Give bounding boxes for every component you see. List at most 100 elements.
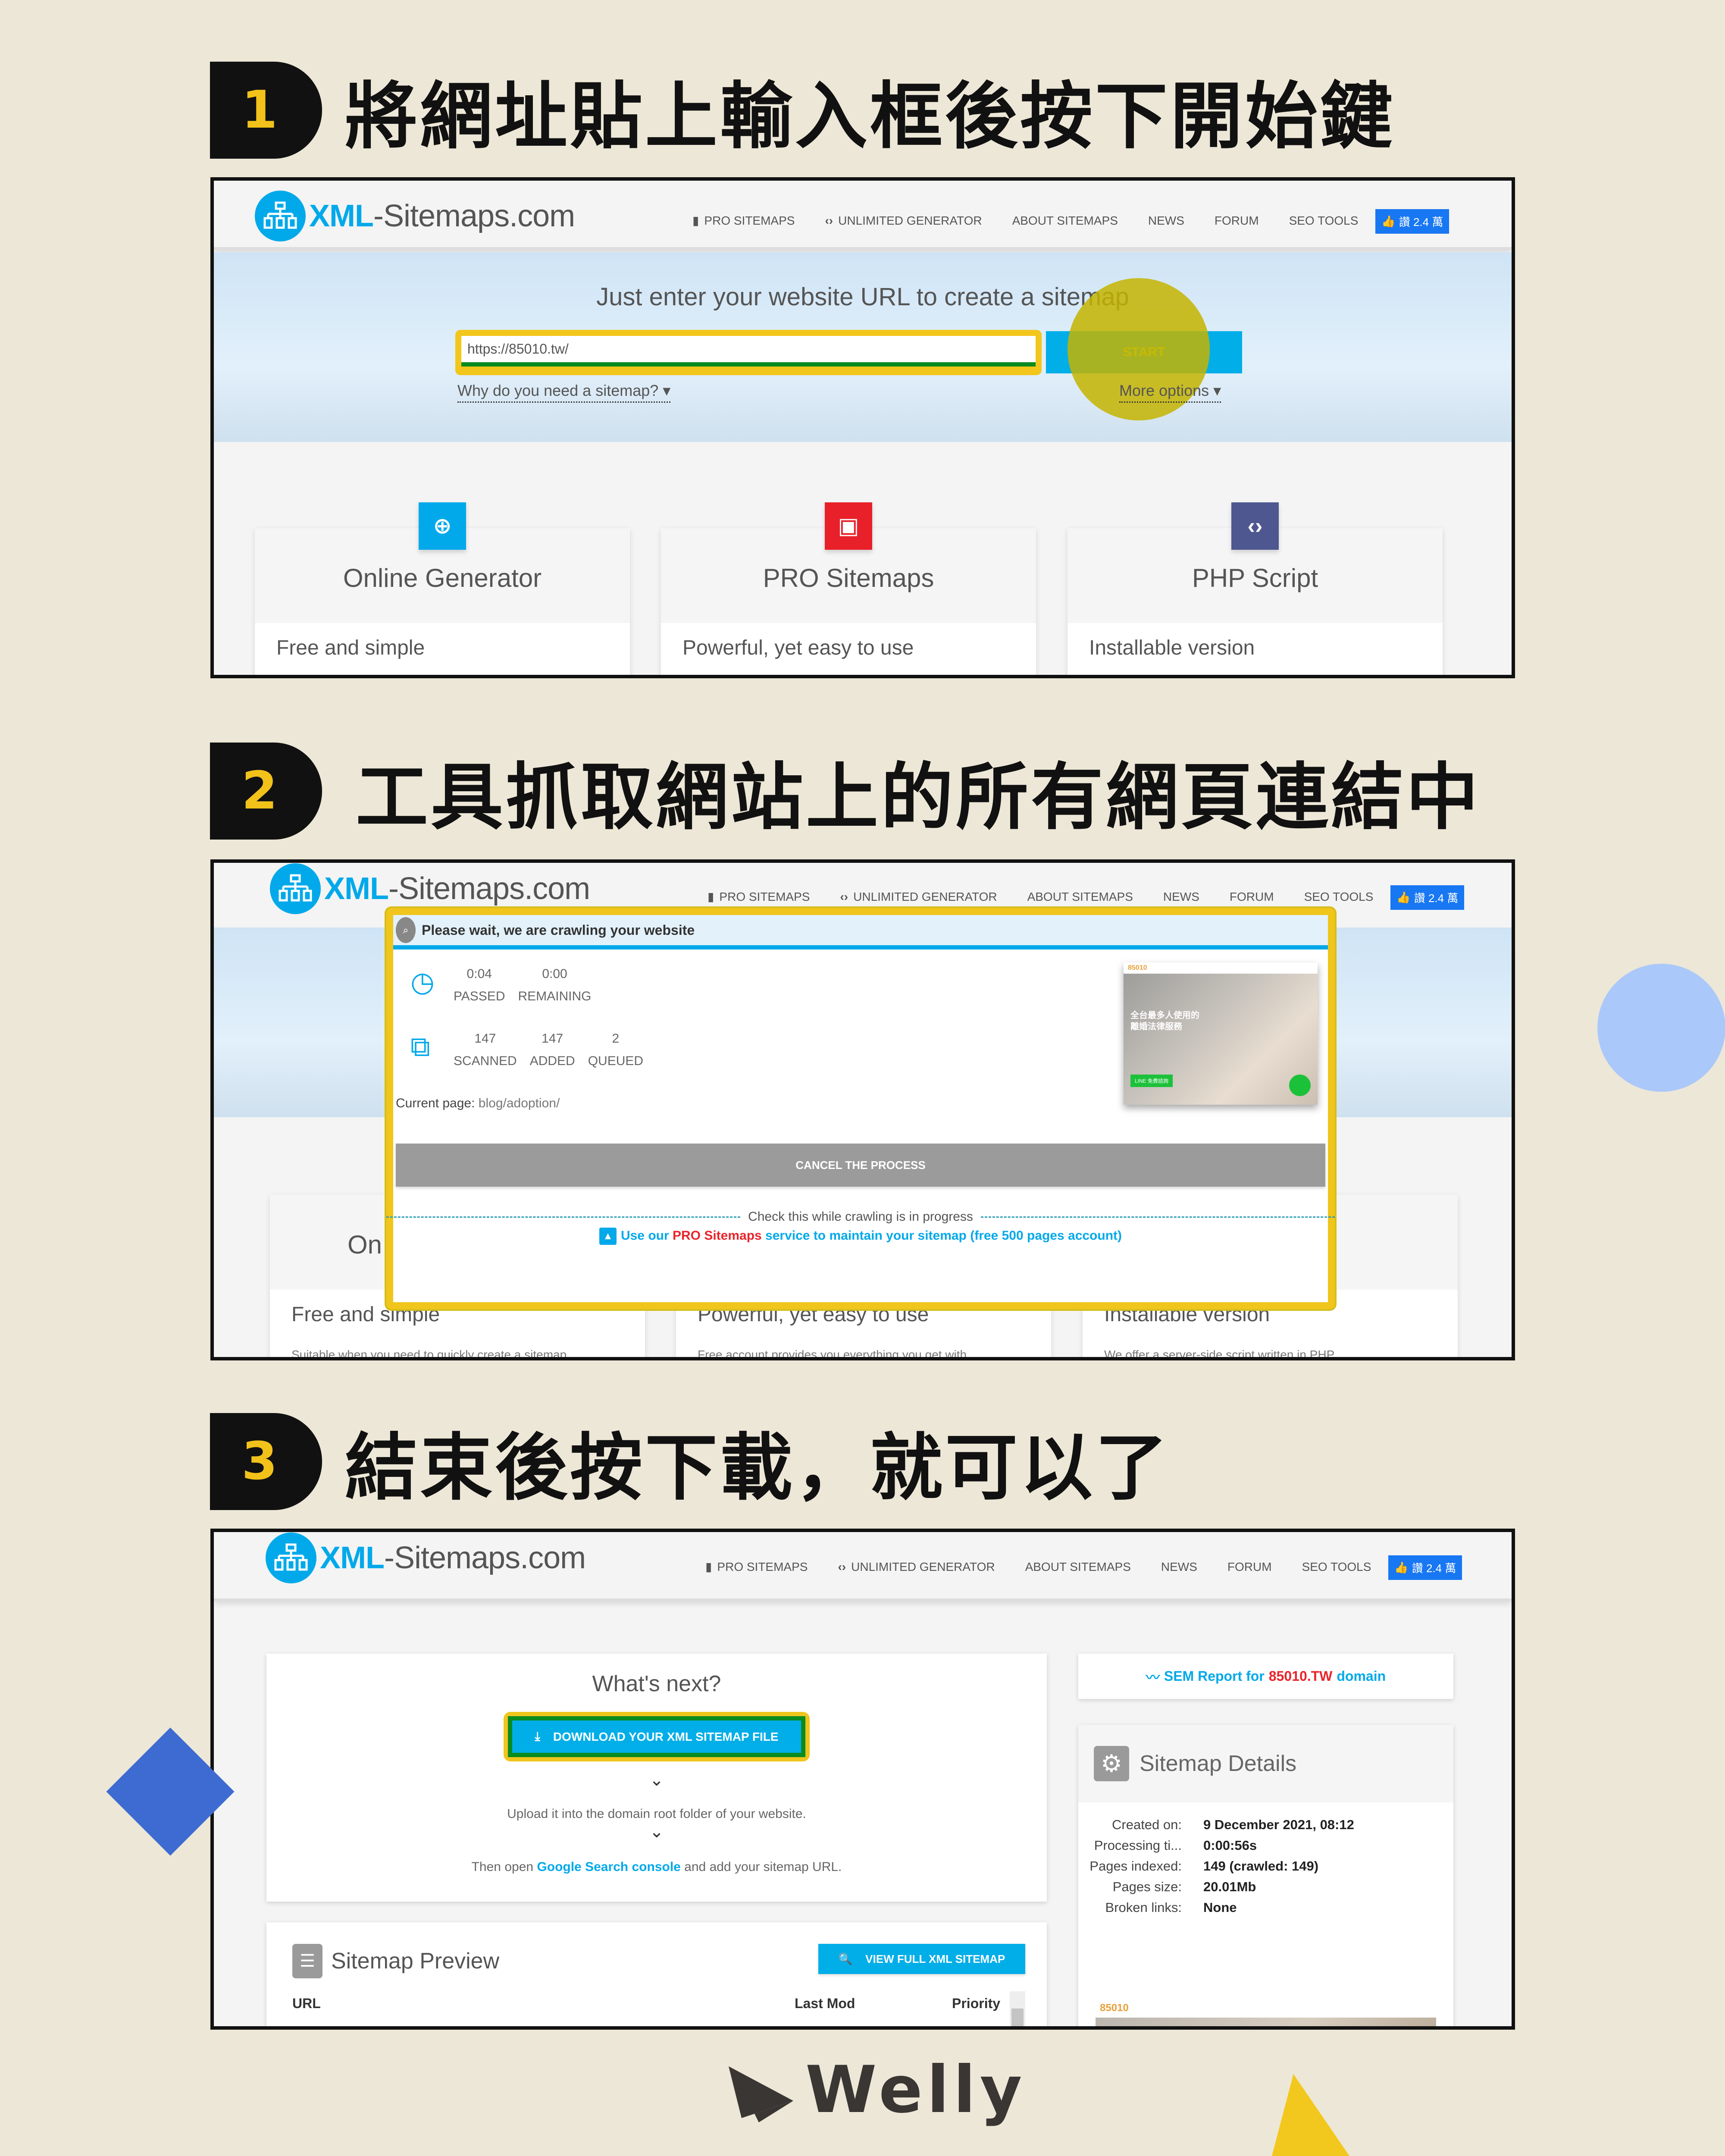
pro-icon: ▮ — [708, 890, 714, 903]
site-logo[interactable]: XML-Sitemaps.com — [255, 190, 575, 242]
website-thumbnail: 85010 全台最多人使用的 離婚法律服務 LINE 免費諮詢 — [1124, 962, 1318, 1105]
sitemap-logo-icon — [266, 1532, 316, 1583]
step-1-badge: 1 — [210, 62, 322, 159]
code-icon: ‹› — [838, 1560, 846, 1573]
nav-pro-sitemaps[interactable]: ▮ PRO SITEMAPS — [692, 213, 795, 228]
step-3-screenshot: XML-Sitemaps.com ▮ PRO SITEMAPS ‹› UNLIMIT… — [210, 1529, 1515, 2030]
product-cards: ⊕ Online Generator Free and simpleSuitab… — [214, 442, 1512, 675]
step-2-screenshot: XML-Sitemaps.com ▮ PRO SITEMAPS ‹› UNLIMIT… — [210, 859, 1515, 1360]
stat-added: 147 ADDED — [529, 1031, 575, 1068]
pro-sitemaps-promo-link[interactable]: ▲ Use our PRO Sitemaps service to maintai… — [393, 1228, 1328, 1245]
step-3-badge: 3 — [210, 1413, 322, 1510]
thumbs-up-icon: 👍 — [1381, 215, 1396, 228]
why-sitemap-link[interactable]: Why do you need a sitemap? ▾ — [457, 382, 671, 403]
nav-unlimited-generator[interactable]: ‹› UNLIMITED GENERATOR — [825, 214, 982, 228]
globe-icon: ⊕ — [419, 502, 466, 550]
sitemap-logo-icon — [255, 191, 306, 241]
column-last-mod[interactable]: Last Mod — [795, 1996, 855, 2012]
whats-next-panel: What's next? ⤓ DOWNLOAD YOUR XML SITEMAP … — [266, 1654, 1047, 1902]
step-2-badge: 2 — [210, 743, 322, 840]
facebook-like-button[interactable]: 👍 讚 2.4 萬 — [1388, 1555, 1462, 1580]
current-page: Current page: blog/adoption/ — [396, 1096, 560, 1110]
nav-about-sitemaps[interactable]: ABOUT SITEMAPS — [1025, 1560, 1131, 1574]
sitemap-preview-panel: ☰ Sitemap Preview 🔍 VIEW FULL XML SITEMAP … — [266, 1922, 1047, 2026]
nav-seo-tools[interactable]: SEO TOOLS — [1304, 890, 1374, 904]
time-stats: ◷ 0:04 PASSED 0:00 REMAINING — [410, 967, 604, 1004]
nav-forum[interactable]: FORUM — [1230, 890, 1274, 904]
site-nav: ▮ PRO SITEMAPS ‹› UNLIMITED GENERATOR ABOU… — [692, 207, 1450, 234]
google-search-console-link[interactable]: Google Search console — [537, 1860, 680, 1874]
website-thumbnail: 85010 — [1096, 1999, 1436, 2026]
clock-icon: ◷ — [410, 966, 435, 997]
stat-scanned: 147 SCANNED — [454, 1031, 517, 1068]
hero-section: Just enter your website URL to create a … — [214, 252, 1512, 442]
facebook-like-button[interactable]: 👍 讚 2.4 萬 — [1375, 209, 1450, 234]
line-chat-icon — [1289, 1075, 1311, 1096]
welly-mark-icon — [729, 2066, 793, 2122]
site-logo[interactable]: XML-Sitemaps.com — [270, 863, 590, 915]
card-pro-sitemaps[interactable]: ▣ PRO Sitemaps Powerful, yet easy to use… — [661, 502, 1036, 675]
nav-seo-tools[interactable]: SEO TOOLS — [1302, 1560, 1371, 1574]
card-online-generator[interactable]: ⊕ Online Generator Free and simpleSuitab… — [255, 502, 630, 675]
nav-news[interactable]: NEWS — [1163, 890, 1199, 904]
nav-about-sitemaps[interactable]: ABOUT SITEMAPS — [1012, 214, 1118, 228]
chevron-down-icon: ⌄ — [649, 1822, 664, 1841]
more-options-link[interactable]: More options ▾ — [1119, 382, 1221, 403]
nav-seo-tools[interactable]: SEO TOOLS — [1289, 214, 1359, 228]
pro-icon: ▲ — [599, 1228, 617, 1245]
search-console-instruction: Then open Google Search console and add … — [471, 1860, 842, 1874]
download-icon: ⤓ — [535, 1730, 540, 1743]
column-url[interactable]: URL — [292, 1996, 321, 2012]
nav-unlimited-generator[interactable]: ‹› UNLIMITED GENERATOR — [838, 1560, 995, 1574]
site-logo[interactable]: XML-Sitemaps.com — [266, 1532, 586, 1584]
url-input[interactable] — [461, 336, 1036, 367]
url-input-highlight — [455, 330, 1042, 375]
detail-row: Broken links: None — [1105, 1900, 1237, 1915]
detail-row: Pages size: 20.01Mb — [1112, 1879, 1256, 1894]
search-icon: ⌕ — [396, 917, 416, 943]
code-icon: ‹› — [825, 213, 833, 227]
step-1-screenshot: XML-Sitemaps.com ▮ PRO SITEMAPS ‹› UNLIMIT… — [210, 177, 1515, 678]
nav-unlimited-generator[interactable]: ‹› UNLIMITED GENERATOR — [840, 890, 997, 904]
detail-row: Pages indexed: 149 (crawled: 149) — [1089, 1858, 1319, 1874]
chevron-down-icon: ⌄ — [649, 1771, 664, 1789]
column-priority[interactable]: Priority — [952, 1996, 1000, 2012]
nav-pro-sitemaps[interactable]: ▮ PRO SITEMAPS — [705, 1560, 808, 1574]
code-icon: ‹› — [1231, 502, 1279, 550]
download-sitemap-button[interactable]: ⤓ DOWNLOAD YOUR XML SITEMAP FILE — [508, 1716, 805, 1757]
facebook-like-button[interactable]: 👍 讚 2.4 萬 — [1390, 885, 1465, 910]
crawling-dialog: ⌕ Please wait, we are crawling your webs… — [386, 908, 1335, 1309]
view-full-sitemap-button[interactable]: 🔍 VIEW FULL XML SITEMAP — [818, 1944, 1025, 1974]
stat-remaining: 0:00 REMAINING — [518, 967, 592, 1003]
card-php-script[interactable]: ‹› PHP Script Installable versionWe offe… — [1068, 502, 1443, 675]
download-highlight: ⤓ DOWNLOAD YOUR XML SITEMAP FILE — [504, 1712, 810, 1761]
sem-report-link[interactable]: 〰 SEM Report for 85010.TW domain — [1078, 1654, 1453, 1699]
thumbs-up-icon: 👍 — [1394, 1561, 1409, 1574]
nav-news[interactable]: NEWS — [1161, 1560, 1197, 1574]
decorative-circle — [1597, 964, 1725, 1092]
thumbs-up-icon: 👍 — [1396, 891, 1411, 904]
preview-scrollbar[interactable] — [1010, 1991, 1025, 2026]
site-header: XML-Sitemaps.com ▮ PRO SITEMAPS ‹› UNLIMIT… — [214, 1532, 1512, 1601]
site-nav: ▮ PRO SITEMAPS ‹› UNLIMITED GENERATOR ABOU… — [708, 884, 1465, 910]
site-header: XML-Sitemaps.com ▮ PRO SITEMAPS ‹› UNLIMIT… — [214, 181, 1512, 250]
dialog-header: ⌕ Please wait, we are crawling your webs… — [393, 915, 1328, 950]
sem-report-panel: 〰 SEM Report for 85010.TW domain — [1078, 1654, 1453, 1699]
hero-title: Just enter your website URL to create a … — [596, 283, 1129, 311]
cancel-process-button[interactable]: CANCEL THE PROCESS — [396, 1144, 1325, 1187]
whats-next-title: What's next? — [592, 1671, 721, 1696]
nav-about-sitemaps[interactable]: ABOUT SITEMAPS — [1027, 890, 1133, 904]
welly-logo: Welly — [729, 2053, 1026, 2128]
nav-pro-sitemaps[interactable]: ▮ PRO SITEMAPS — [708, 890, 810, 904]
decorative-triangle — [1272, 2074, 1349, 2156]
trend-chart-icon: 〰 — [1146, 1669, 1160, 1685]
nav-forum[interactable]: FORUM — [1227, 1560, 1272, 1574]
check-divider: Check this while crawling is in progress — [386, 1208, 1335, 1225]
nav-forum[interactable]: FORUM — [1215, 214, 1259, 228]
sitemap-logo-icon — [270, 863, 321, 914]
sitemap-details-panel: ⚙ Sitemap Details Created on: 9 December 2… — [1078, 1725, 1453, 2026]
pro-icon: ▮ — [705, 1560, 712, 1573]
nav-news[interactable]: NEWS — [1148, 214, 1184, 228]
step-2-title: 工具抓取網站上的所有網頁連結中 — [356, 755, 1481, 840]
list-icon: ☰ — [292, 1944, 322, 1978]
